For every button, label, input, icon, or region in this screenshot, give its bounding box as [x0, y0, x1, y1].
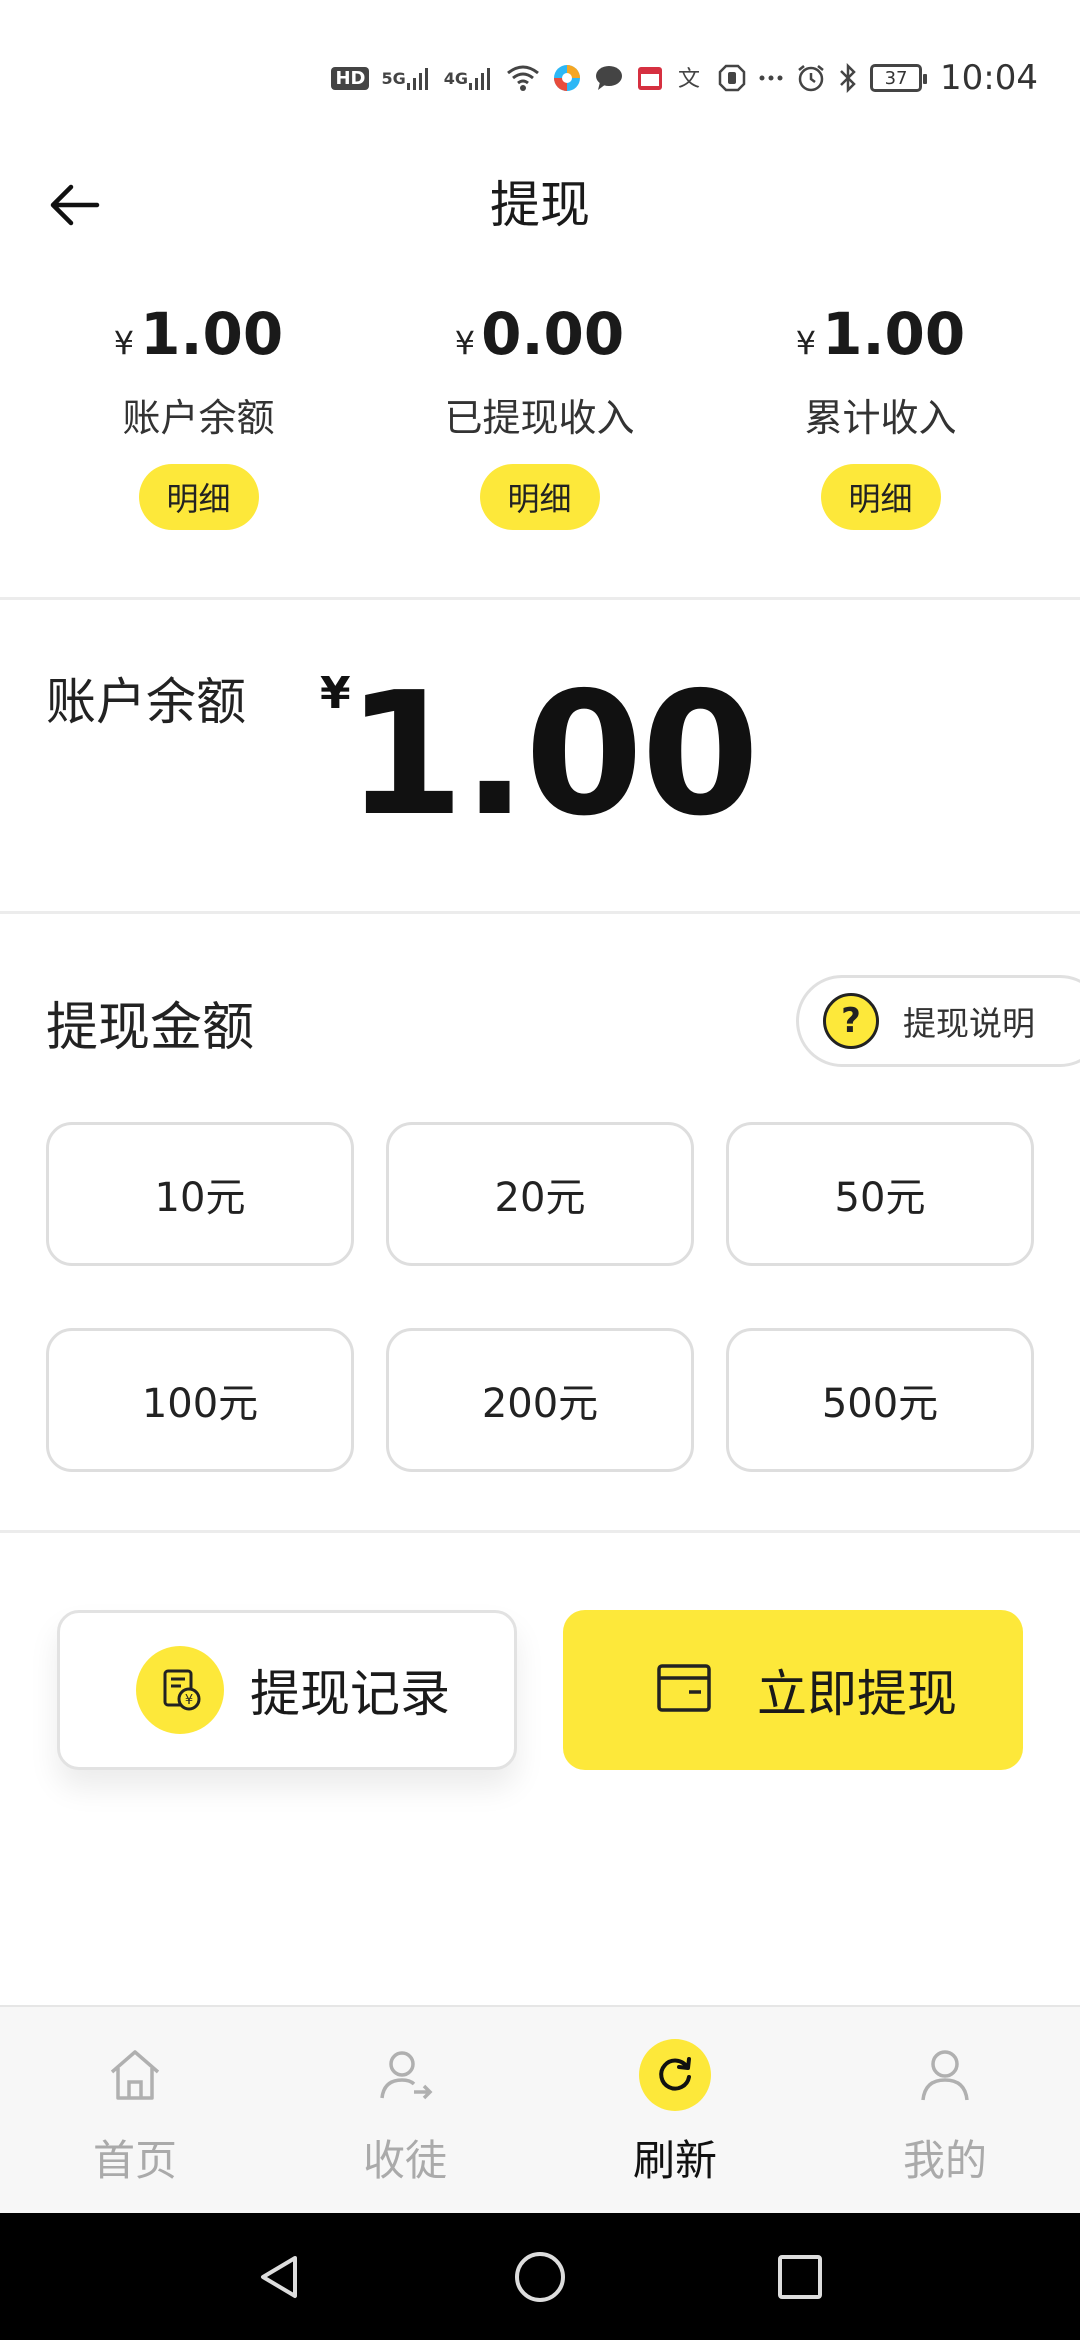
stat-number: 0.00 [481, 300, 625, 368]
question-icon: ? [823, 993, 879, 1049]
system-nav-bar [0, 2213, 1080, 2340]
divider [0, 1530, 1080, 1533]
withdraw-explain-button[interactable]: ? 提现说明 [796, 975, 1080, 1067]
tab-mine[interactable]: 我的 [810, 2007, 1080, 2213]
stat-number: 1.00 [140, 300, 284, 368]
amount-option-100[interactable]: 100元 [46, 1328, 354, 1472]
balance-amount: 1.00 [346, 656, 759, 854]
page-title: 提现 [490, 176, 590, 234]
amount-option-500[interactable]: 500元 [726, 1328, 1034, 1472]
svg-text:文: 文 [678, 67, 700, 92]
withdraw-label: 立即提现 [757, 1665, 957, 1723]
status-icons: HD 5G 4G 文 37 10:04 [331, 54, 1038, 102]
record-label: 提现记录 [250, 1665, 450, 1723]
stat-account-balance: ¥ 1.00 账户余额 明细 [28, 300, 369, 550]
stat-value: ¥ 1.00 [796, 300, 965, 380]
user-add-icon [367, 2037, 443, 2113]
user-icon [907, 2037, 983, 2113]
alarm-icon [796, 63, 826, 93]
more-icon [758, 73, 784, 83]
bottom-tab-bar: 首页 收徒 刷新 我的 [0, 2005, 1080, 2213]
battery-level: 37 [884, 67, 908, 89]
stat-withdrawn-income: ¥ 0.00 已提现收入 明细 [369, 300, 710, 550]
header: 提现 [0, 150, 1080, 260]
currency-symbol: ¥ [454, 324, 476, 362]
balance-label: 账户余额 [46, 673, 246, 731]
tab-label: 首页 [92, 2136, 177, 2185]
nav-back-button[interactable] [250, 2247, 310, 2307]
stats-summary: ¥ 1.00 账户余额 明细 ¥ 0.00 已提现收入 明细 ¥ 1.00 累计… [0, 300, 1080, 550]
hd-icon: HD [331, 66, 370, 90]
battery-icon: 37 [870, 64, 928, 92]
calendar-icon [636, 64, 664, 92]
circle-home-icon [515, 2251, 565, 2302]
refresh-icon-bg [639, 2039, 711, 2111]
svg-text:¥: ¥ [185, 1693, 193, 1708]
tab-home[interactable]: 首页 [0, 2007, 270, 2213]
square-recent-icon [778, 2254, 822, 2299]
status-bar: HD 5G 4G 文 37 10:04 [0, 0, 1080, 150]
stat-number: 1.00 [822, 300, 966, 368]
explain-label: 提现说明 [903, 1004, 1035, 1043]
stat-label: 账户余额 [122, 396, 275, 440]
app-icon [552, 63, 582, 93]
stat-total-income: ¥ 1.00 累计收入 明细 [710, 300, 1051, 550]
tab-refresh[interactable]: 刷新 [540, 2007, 810, 2213]
wifi-icon [506, 64, 540, 92]
signal-5g-label: 5G [381, 68, 406, 88]
triangle-back-icon [261, 2255, 297, 2298]
bluetooth-icon [838, 63, 858, 93]
clock: 10:04 [940, 58, 1038, 98]
amount-option-10[interactable]: 10元 [46, 1122, 354, 1266]
divider [0, 597, 1080, 600]
signal-5g-icon: 5G [381, 65, 431, 91]
stat-label: 已提现收入 [444, 396, 635, 440]
tab-label: 刷新 [632, 2136, 717, 2185]
currency-symbol: ¥ [795, 324, 817, 362]
wallet-icon [655, 1660, 715, 1720]
signal-4g-icon: 4G [444, 65, 494, 91]
withdraw-now-button[interactable]: 立即提现 [563, 1610, 1023, 1770]
tab-label: 收徒 [362, 2136, 447, 2185]
nav-recent-button[interactable] [770, 2247, 830, 2307]
stat-value: ¥ 1.00 [114, 300, 283, 380]
translate-icon: 文 [676, 64, 706, 92]
detail-button[interactable]: 明细 [479, 464, 600, 530]
nav-home-button[interactable] [510, 2247, 570, 2307]
tab-recruit[interactable]: 收徒 [270, 2007, 540, 2213]
detail-button[interactable]: 明细 [138, 464, 259, 530]
message-icon [594, 64, 624, 92]
amount-option-50[interactable]: 50元 [726, 1122, 1034, 1266]
stat-label: 累计收入 [804, 396, 957, 440]
detail-button[interactable]: 明细 [820, 464, 941, 530]
refresh-icon [637, 2037, 713, 2113]
signal-4g-label: 4G [443, 68, 469, 88]
withdraw-record-button[interactable]: ¥ 提现记录 [57, 1610, 517, 1770]
amount-option-20[interactable]: 20元 [386, 1122, 694, 1266]
stat-value: ¥ 0.00 [455, 300, 624, 380]
hand-icon [718, 64, 746, 92]
amount-option-200[interactable]: 200元 [386, 1328, 694, 1472]
divider [0, 911, 1080, 914]
amount-options: 10元 20元 50元 100元 200元 500元 [46, 1122, 1034, 1472]
receipt-icon: ¥ [136, 1646, 224, 1734]
home-icon [97, 2037, 173, 2113]
withdraw-amount-title: 提现金额 [46, 998, 255, 1058]
currency-symbol: ¥ [113, 324, 135, 362]
tab-label: 我的 [902, 2136, 987, 2185]
